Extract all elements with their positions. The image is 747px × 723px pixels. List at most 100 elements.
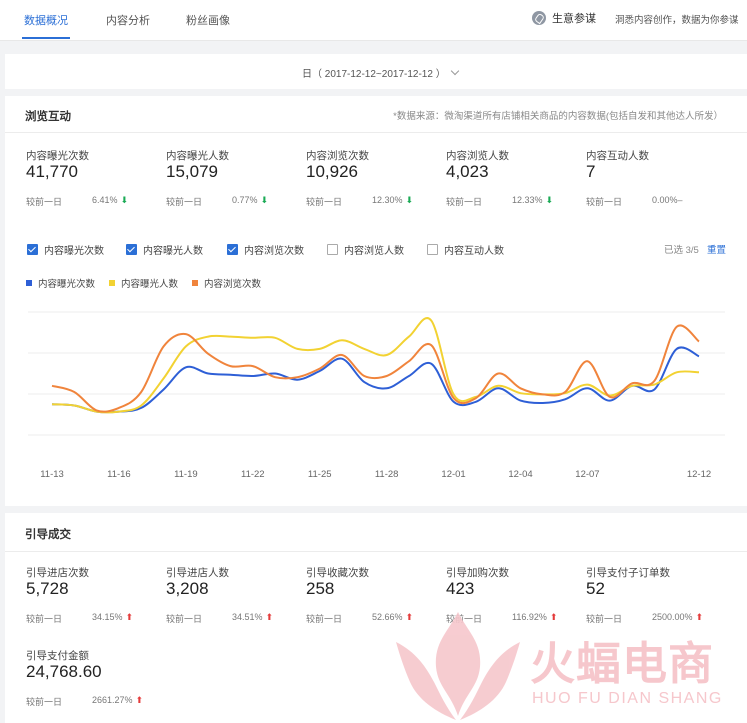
- top-nav: 数据概况 内容分析 粉丝画像 生意参谋 洞悉内容创作，数据为你参谋: [0, 0, 747, 41]
- tab-fan-profile[interactable]: 粉丝画像: [186, 12, 230, 28]
- checkbox-label: 内容曝光人数: [143, 246, 203, 257]
- metric-label: 引导进店人数: [166, 567, 229, 579]
- watermark-subtitle: HUO FU DIAN SHANG: [532, 690, 723, 707]
- checkbox-label: 内容浏览人数: [344, 246, 404, 257]
- percent-value: 6.41%: [92, 195, 118, 205]
- tab-content-analysis[interactable]: 内容分析: [106, 12, 150, 28]
- series-line-0: [51, 346, 700, 414]
- percent-value: 0.77%: [232, 195, 258, 205]
- compare-label: 较前一日: [166, 197, 203, 207]
- legend-swatch: [109, 280, 115, 286]
- checkbox-exposure-count[interactable]: 内容曝光次数: [27, 242, 104, 257]
- metric-card: 引导进店次数 5,728 较前一日 34.15% ⬆: [26, 565, 156, 624]
- watermark-brand: 火蝠电商: [530, 638, 715, 689]
- compare-label: 较前一日: [26, 197, 63, 207]
- metric-label: 内容曝光次数: [26, 150, 89, 162]
- metric-label: 引导收藏次数: [306, 567, 369, 579]
- x-tick-label: 11-28: [375, 469, 399, 480]
- percent-value: 2661.27%: [92, 695, 133, 705]
- legend-item-exposure-users: 内容曝光人数: [109, 276, 178, 290]
- compare-percent: 34.15% ⬆: [92, 612, 133, 623]
- metric-card: 内容曝光人数 15,079 较前一日 0.77% ⬇: [166, 148, 296, 207]
- x-tick-label: 12-04: [508, 469, 532, 480]
- active-tab-indicator: [22, 37, 70, 39]
- watermark-logo: [396, 612, 520, 720]
- metric-compare: 较前一日 2661.27% ⬆: [26, 695, 156, 707]
- compare-percent: 2661.27% ⬆: [92, 695, 143, 706]
- compare-percent: 12.33% ⬇: [512, 195, 553, 206]
- x-tick-label: 11-22: [241, 469, 265, 480]
- x-tick-label: 11-19: [174, 469, 198, 480]
- metric-label: 引导支付子订单数: [586, 567, 670, 579]
- compare-label: 较前一日: [446, 197, 483, 207]
- legend-label: 内容浏览次数: [204, 279, 262, 290]
- arrow-up-icon: ⬆: [265, 612, 274, 622]
- checkbox-label: 内容浏览次数: [244, 246, 304, 257]
- x-tick-label: 11-25: [308, 469, 332, 480]
- metric-compare: 较前一日 2500.00% ⬆: [586, 612, 716, 624]
- compare-label: 较前一日: [26, 697, 63, 707]
- checkbox-label: 内容曝光次数: [44, 246, 104, 257]
- metric-card: 引导进店人数 3,208 较前一日 34.51% ⬆: [166, 565, 296, 624]
- business-advisor-link[interactable]: 生意参谋: [532, 10, 596, 26]
- compare-percent: 0.77% ⬇: [232, 195, 268, 206]
- x-tick-label: 12-07: [575, 469, 599, 480]
- panel-divider: [5, 551, 747, 552]
- x-tick-label: 12-01: [441, 469, 465, 480]
- metric-label: 内容曝光人数: [166, 150, 229, 162]
- metric-value: 24,768.60: [26, 662, 102, 681]
- checkbox-box[interactable]: [227, 244, 238, 255]
- percent-value: 12.33%: [512, 195, 543, 205]
- legend-item-exposure-count: 内容曝光次数: [26, 276, 95, 290]
- arrow-up-icon: ⬆: [695, 612, 704, 622]
- legend-item-view-count: 内容浏览次数: [192, 276, 261, 290]
- compare-percent: 0.00%–: [652, 195, 683, 205]
- compare-label: 较前一日: [306, 197, 343, 207]
- compare-label: 较前一日: [586, 197, 623, 207]
- arrow-up-icon: ⬆: [135, 695, 144, 705]
- date-filter-bar: 日（ 2017-12-12~2017-12-12 ）: [5, 54, 747, 89]
- metric-label: 内容互动人数: [586, 150, 649, 162]
- percent-value: 2500.00%: [652, 612, 693, 622]
- metric-value: 10,926: [306, 162, 358, 181]
- metric-label: 引导加购次数: [446, 567, 509, 579]
- metric-compare: 较前一日 0.00%–: [586, 195, 716, 207]
- legend-swatch: [192, 280, 198, 286]
- x-tick-label: 11-16: [107, 469, 131, 480]
- arrow-down-icon: ⬇: [260, 195, 269, 205]
- arrow-down-icon: ⬇: [545, 195, 554, 205]
- metric-value: 423: [446, 579, 475, 598]
- arrow-down-icon: ⬇: [120, 195, 129, 205]
- metric-compare: 较前一日 6.41% ⬇: [26, 195, 156, 207]
- checkbox-view-count[interactable]: 内容浏览次数: [227, 242, 304, 257]
- dash-icon: –: [677, 195, 683, 205]
- metric-value: 5,728: [26, 579, 69, 598]
- checkbox-box[interactable]: [126, 244, 137, 255]
- compare-label: 较前一日: [166, 614, 203, 624]
- checkbox-box[interactable]: [427, 244, 438, 255]
- panel-title-browse: 浏览互动: [25, 111, 71, 123]
- arrow-down-icon: ⬇: [405, 195, 414, 205]
- metric-compare: 较前一日 12.33% ⬇: [446, 195, 576, 207]
- panel-title-guide: 引导成交: [25, 529, 71, 541]
- checkbox-interaction-users[interactable]: 内容互动人数: [427, 242, 504, 257]
- reset-link[interactable]: 重置: [707, 242, 726, 256]
- legend-label: 内容曝光人数: [121, 279, 179, 290]
- checkbox-box[interactable]: [327, 244, 338, 255]
- data-source-note: *数据来源：微淘渠道所有店铺相关商品的内容数据(包括自发和其他达人所发）: [393, 111, 723, 122]
- metric-card: 内容互动人数 7 较前一日 0.00%–: [586, 148, 716, 207]
- metric-label: 引导支付金额: [26, 650, 89, 662]
- date-range-dropdown[interactable]: 日（ 2017-12-12~2017-12-12 ）: [302, 65, 459, 80]
- checkbox-label: 内容互动人数: [444, 246, 504, 257]
- checkbox-view-users[interactable]: 内容浏览人数: [327, 242, 404, 257]
- metric-value: 4,023: [446, 162, 489, 181]
- tab-data-overview[interactable]: 数据概况: [24, 12, 68, 28]
- metric-value: 52: [586, 579, 605, 598]
- checkbox-exposure-users[interactable]: 内容曝光人数: [126, 242, 203, 257]
- metric-compare: 较前一日 0.77% ⬇: [166, 195, 296, 207]
- business-advisor-label: 生意参谋: [552, 13, 596, 25]
- trend-line-chart[interactable]: 11-13 11-16 11-19 11-22 11-25 11-28 12-01 12-04…: [0, 290, 747, 490]
- metric-value: 3,208: [166, 579, 209, 598]
- compare-label: 较前一日: [586, 614, 623, 624]
- checkbox-box[interactable]: [27, 244, 38, 255]
